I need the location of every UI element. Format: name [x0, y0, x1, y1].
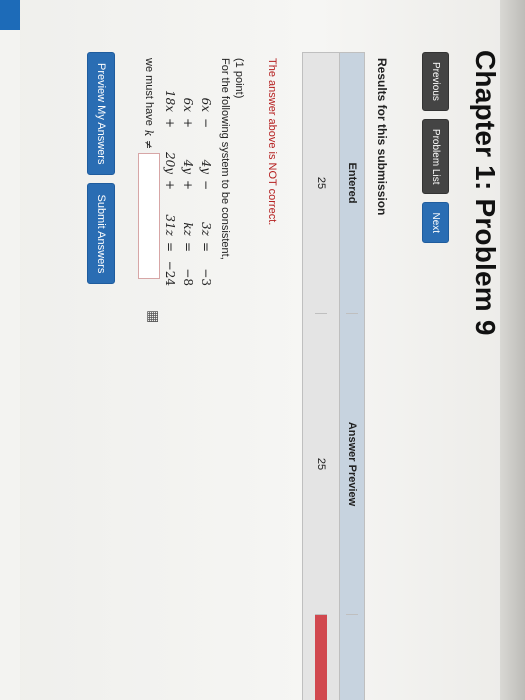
problem-list-button[interactable]: Problem List [422, 118, 449, 195]
term-y: 4y [181, 159, 195, 174]
table-header-row: Entered Answer Preview [339, 53, 364, 700]
preview-answers-button[interactable]: Preview My Answers [87, 52, 115, 176]
page-title: Chapter 1: Problem 9 [470, 50, 501, 336]
operator: − [199, 117, 213, 129]
operator: + [181, 117, 195, 129]
entered-header: Entered [346, 53, 358, 314]
equation-row: 6x − 4y − 3z = −3 [197, 72, 215, 286]
problem-nav: Previous Problem List Next [422, 52, 449, 244]
status-header-cell [346, 615, 358, 700]
rhs: −8 [181, 268, 195, 286]
need-variable: k ≠ [142, 129, 156, 150]
rhs: −3 [199, 268, 213, 286]
term-y: 4y [199, 159, 213, 174]
operator: − [199, 179, 213, 191]
term-x: 18x [163, 89, 177, 112]
next-button[interactable]: Next [422, 202, 449, 244]
term-z: 31z [163, 214, 177, 236]
result-message: The answer above is NOT correct. [266, 58, 278, 226]
operator: + [163, 179, 177, 191]
form-actions: Preview My Answers Submit Answers [87, 52, 115, 285]
table-row: 25 25 [303, 53, 339, 700]
operator: + [181, 179, 195, 191]
results-table: Entered Answer Preview 25 25 [302, 52, 365, 700]
term-y: 20y [163, 151, 177, 174]
term-x: 6x [199, 97, 213, 112]
screen: Chapter 1: Problem 9 Previous Problem Li… [0, 0, 525, 700]
submit-answers-button[interactable]: Submit Answers [87, 183, 115, 285]
incorrect-status-cell [315, 615, 327, 700]
answer-input[interactable] [138, 153, 160, 280]
operator: + [163, 117, 177, 129]
results-heading: Results for this submission [375, 58, 389, 216]
equals: = [199, 241, 213, 253]
problem-points: (1 point) [233, 58, 245, 99]
term-x: 6x [181, 97, 195, 112]
accent-bar [0, 0, 20, 700]
rhs: −24 [163, 260, 177, 286]
problem-page: Chapter 1: Problem 9 Previous Problem Li… [0, 0, 525, 700]
equation-system: 6x − 4y − 3z = −3 6x + 4y + kz = −8 18x … [161, 72, 215, 286]
equation-row: 18x + 20y + 31z = −24 [161, 72, 179, 286]
equals: = [181, 241, 195, 253]
equals: = [163, 241, 177, 253]
grid-icon[interactable]: ▦ [145, 310, 162, 323]
need-text: we must have [143, 58, 155, 126]
answer-preview-header: Answer Preview [346, 314, 358, 615]
entered-value: 25 [315, 53, 327, 314]
equation-row: 6x + 4y + kz = −8 [179, 72, 197, 286]
term-z: 3z [199, 222, 213, 236]
previous-button[interactable]: Previous [422, 52, 449, 111]
problem-prompt: For the following system to be consisten… [219, 58, 231, 260]
term-z: kz [181, 222, 195, 236]
answer-line: we must have k ≠ [138, 58, 160, 280]
answer-preview-value: 25 [315, 314, 327, 615]
